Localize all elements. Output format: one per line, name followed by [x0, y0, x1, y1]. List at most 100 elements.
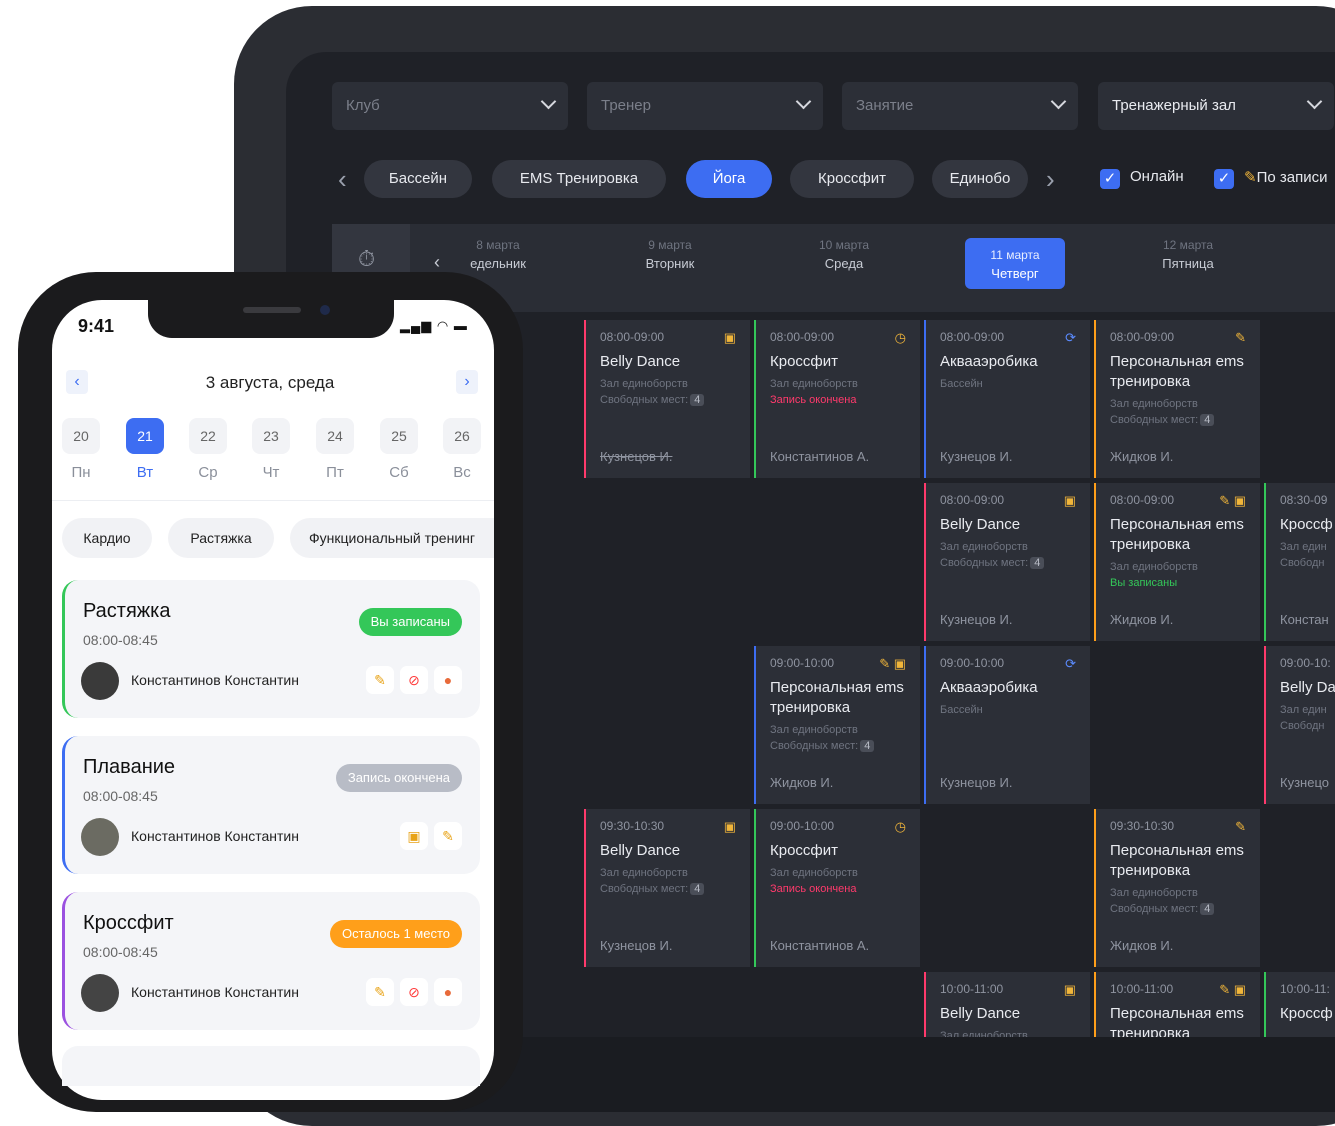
cookie-icon[interactable]: ●: [434, 978, 462, 1006]
day-name: Вторник: [645, 256, 695, 271]
weekday-23[interactable]: 23 Чт: [252, 418, 290, 481]
weekday-label: Сб: [389, 464, 409, 481]
class-room: Зал единоборств: [1110, 887, 1198, 899]
phone-notch: [148, 298, 394, 338]
class-free: Свободных мест: 4: [600, 883, 736, 895]
ticket-icon: ▣: [1063, 493, 1076, 508]
ticket-icon: ▣: [723, 819, 736, 834]
class-card[interactable]: 08:30-09 Кроссф Зал един Свободн Констан: [1264, 483, 1335, 641]
class-card[interactable]: 09:00-10:00 ✎ ▣ Персональная ems трениров…: [754, 646, 920, 804]
day-monday[interactable]: 8 марта едельник: [448, 238, 548, 271]
avatar: [81, 974, 119, 1012]
cancel-icon[interactable]: ⊘: [400, 666, 428, 694]
free-label: Свободных мест:: [600, 394, 689, 406]
filter-trainer[interactable]: Тренер: [587, 82, 823, 130]
class-card[interactable]: 09:30-10:30 ✎ Персональная ems тренировка…: [1094, 809, 1260, 967]
weekday-21[interactable]: 21 Вт: [126, 418, 164, 481]
pencil-icon: ✎ ▣: [1219, 493, 1246, 508]
chevron-left-icon[interactable]: ‹: [434, 252, 440, 273]
pencil-icon[interactable]: ✎: [366, 666, 394, 694]
camera-icon: [320, 305, 330, 315]
filter-class[interactable]: Занятие: [842, 82, 1078, 130]
chip-functional[interactable]: Функциональный тренинг: [290, 518, 494, 558]
weekday-label: Вт: [136, 464, 154, 481]
class-coach: Кузнецов И.: [940, 612, 1013, 627]
cookie-icon[interactable]: ●: [434, 666, 462, 694]
chip-crossfit[interactable]: Кроссфит: [790, 160, 914, 198]
class-room: Бассейн: [940, 704, 983, 716]
class-card[interactable]: 09:00-10: Belly Da Зал един Свободн Кузн…: [1264, 646, 1335, 804]
class-card[interactable]: 09:00-10:00 ◷ Кроссфит Зал единоборств За…: [754, 809, 920, 967]
filter-club[interactable]: Клуб: [332, 82, 568, 130]
class-card[interactable]: Кроссфит 08:00-08:45 Осталось 1 место Ко…: [62, 892, 480, 1030]
ticket-icon[interactable]: ▣: [400, 822, 428, 850]
class-card[interactable]: 08:00-09:00 ✎ ▣ Персональная ems трениров…: [1094, 483, 1260, 641]
class-coach: Жидков И.: [1110, 612, 1174, 627]
chevron-left-icon[interactable]: ‹: [338, 166, 347, 192]
chevron-right-icon[interactable]: ›: [1046, 166, 1055, 192]
class-card-partial: [62, 1046, 480, 1086]
class-card[interactable]: 09:00-10:00 ⟳ Аквааэробика Бассейн Кузнец…: [924, 646, 1090, 804]
online-checkbox[interactable]: ✓: [1100, 169, 1120, 189]
day-name: едельник: [470, 256, 526, 271]
booking-checkbox[interactable]: ✓: [1214, 169, 1234, 189]
class-coach: Кузнецов И.: [940, 449, 1013, 464]
day-date: 12 марта: [1162, 238, 1214, 252]
status-badge: Запись окончена: [335, 764, 462, 792]
next-date-button[interactable]: ›: [456, 370, 478, 394]
class-name: Персональная ems тренировка: [1110, 516, 1244, 553]
class-card[interactable]: 08:00-09:00 ▣ Belly Dance Зал единоборств…: [924, 483, 1090, 641]
class-card[interactable]: 08:00-09:00 ◷ Кроссфит Зал единоборств За…: [754, 320, 920, 478]
trainer-name: Константинов Константин: [131, 828, 299, 844]
chip-ems[interactable]: EMS Тренировка: [492, 160, 666, 198]
class-time: 08:00-09:00: [770, 330, 835, 344]
weekday-24[interactable]: 24 Пт: [316, 418, 354, 481]
filter-hall[interactable]: Тренажерный зал: [1098, 82, 1334, 130]
class-card[interactable]: 08:00-09:00 ✎ Персональная ems тренировка…: [1094, 320, 1260, 478]
class-free: Свободн: [1280, 557, 1335, 569]
class-card[interactable]: 08:00-09:00 ⟳ Аквааэробика Бассейн Кузнец…: [924, 320, 1090, 478]
class-time: 09:00-10:00: [770, 819, 835, 833]
weekday-25[interactable]: 25 Сб: [380, 418, 418, 481]
weekday-num: 21: [126, 418, 164, 454]
chip-martial-arts[interactable]: Единобо: [932, 160, 1028, 198]
class-status: Запись окончена: [770, 394, 857, 406]
class-status: Вы записаны: [1110, 577, 1178, 589]
chevron-down-icon: [1050, 93, 1067, 110]
battery-icon: ▬: [453, 318, 468, 333]
class-card[interactable]: 08:00-09:00 ▣ Belly Dance Зал единоборств…: [584, 320, 750, 478]
pencil-icon[interactable]: ✎: [434, 822, 462, 850]
weekday-26[interactable]: 26 Вс: [443, 418, 481, 481]
weekday-num: 22: [189, 418, 227, 454]
day-thursday[interactable]: 11 марта Четверг: [965, 238, 1065, 289]
weekday-20[interactable]: 20 Пн: [62, 418, 100, 481]
chip-pool[interactable]: Бассейн: [364, 160, 472, 198]
pencil-icon[interactable]: ✎: [366, 978, 394, 1006]
chip-cardio[interactable]: Кардио: [62, 518, 152, 558]
class-coach: Констан: [1280, 612, 1329, 627]
day-wednesday[interactable]: 10 марта Среда: [794, 238, 894, 271]
class-card[interactable]: Плавание 08:00-08:45 Запись окончена Кон…: [62, 736, 480, 874]
weekday-label: Пт: [326, 464, 344, 481]
phone-speaker: [243, 307, 301, 313]
class-coach: Жидков И.: [1110, 938, 1174, 953]
class-card[interactable]: Растяжка 08:00-08:45 Вы записаны Констан…: [62, 580, 480, 718]
chip-stretching[interactable]: Растяжка: [168, 518, 274, 558]
class-name: Belly Dance: [940, 1005, 1021, 1022]
class-free: Свободн: [1280, 720, 1335, 732]
class-card[interactable]: 09:30-10:30 ▣ Belly Dance Зал единоборств…: [584, 809, 750, 967]
class-time: 09:30-10:30: [600, 819, 665, 833]
day-friday[interactable]: 12 марта Пятница: [1138, 238, 1238, 271]
cancel-icon[interactable]: ⊘: [400, 978, 428, 1006]
class-title: Кроссфит: [83, 912, 174, 934]
weekday-22[interactable]: 22 Ср: [189, 418, 227, 481]
day-date: 11 марта: [990, 248, 1040, 262]
day-tuesday[interactable]: 9 марта Вторник: [620, 238, 720, 271]
class-time: 08:00-09:00: [940, 493, 1005, 507]
filter-class-label: Занятие: [856, 97, 914, 114]
weekday-num: 26: [443, 418, 481, 454]
chip-yoga[interactable]: Йога: [686, 160, 772, 198]
trainer-name: Константинов Константин: [131, 984, 299, 1000]
class-time: 08:00-08:45: [83, 788, 158, 804]
online-label: Онлайн: [1130, 168, 1184, 185]
